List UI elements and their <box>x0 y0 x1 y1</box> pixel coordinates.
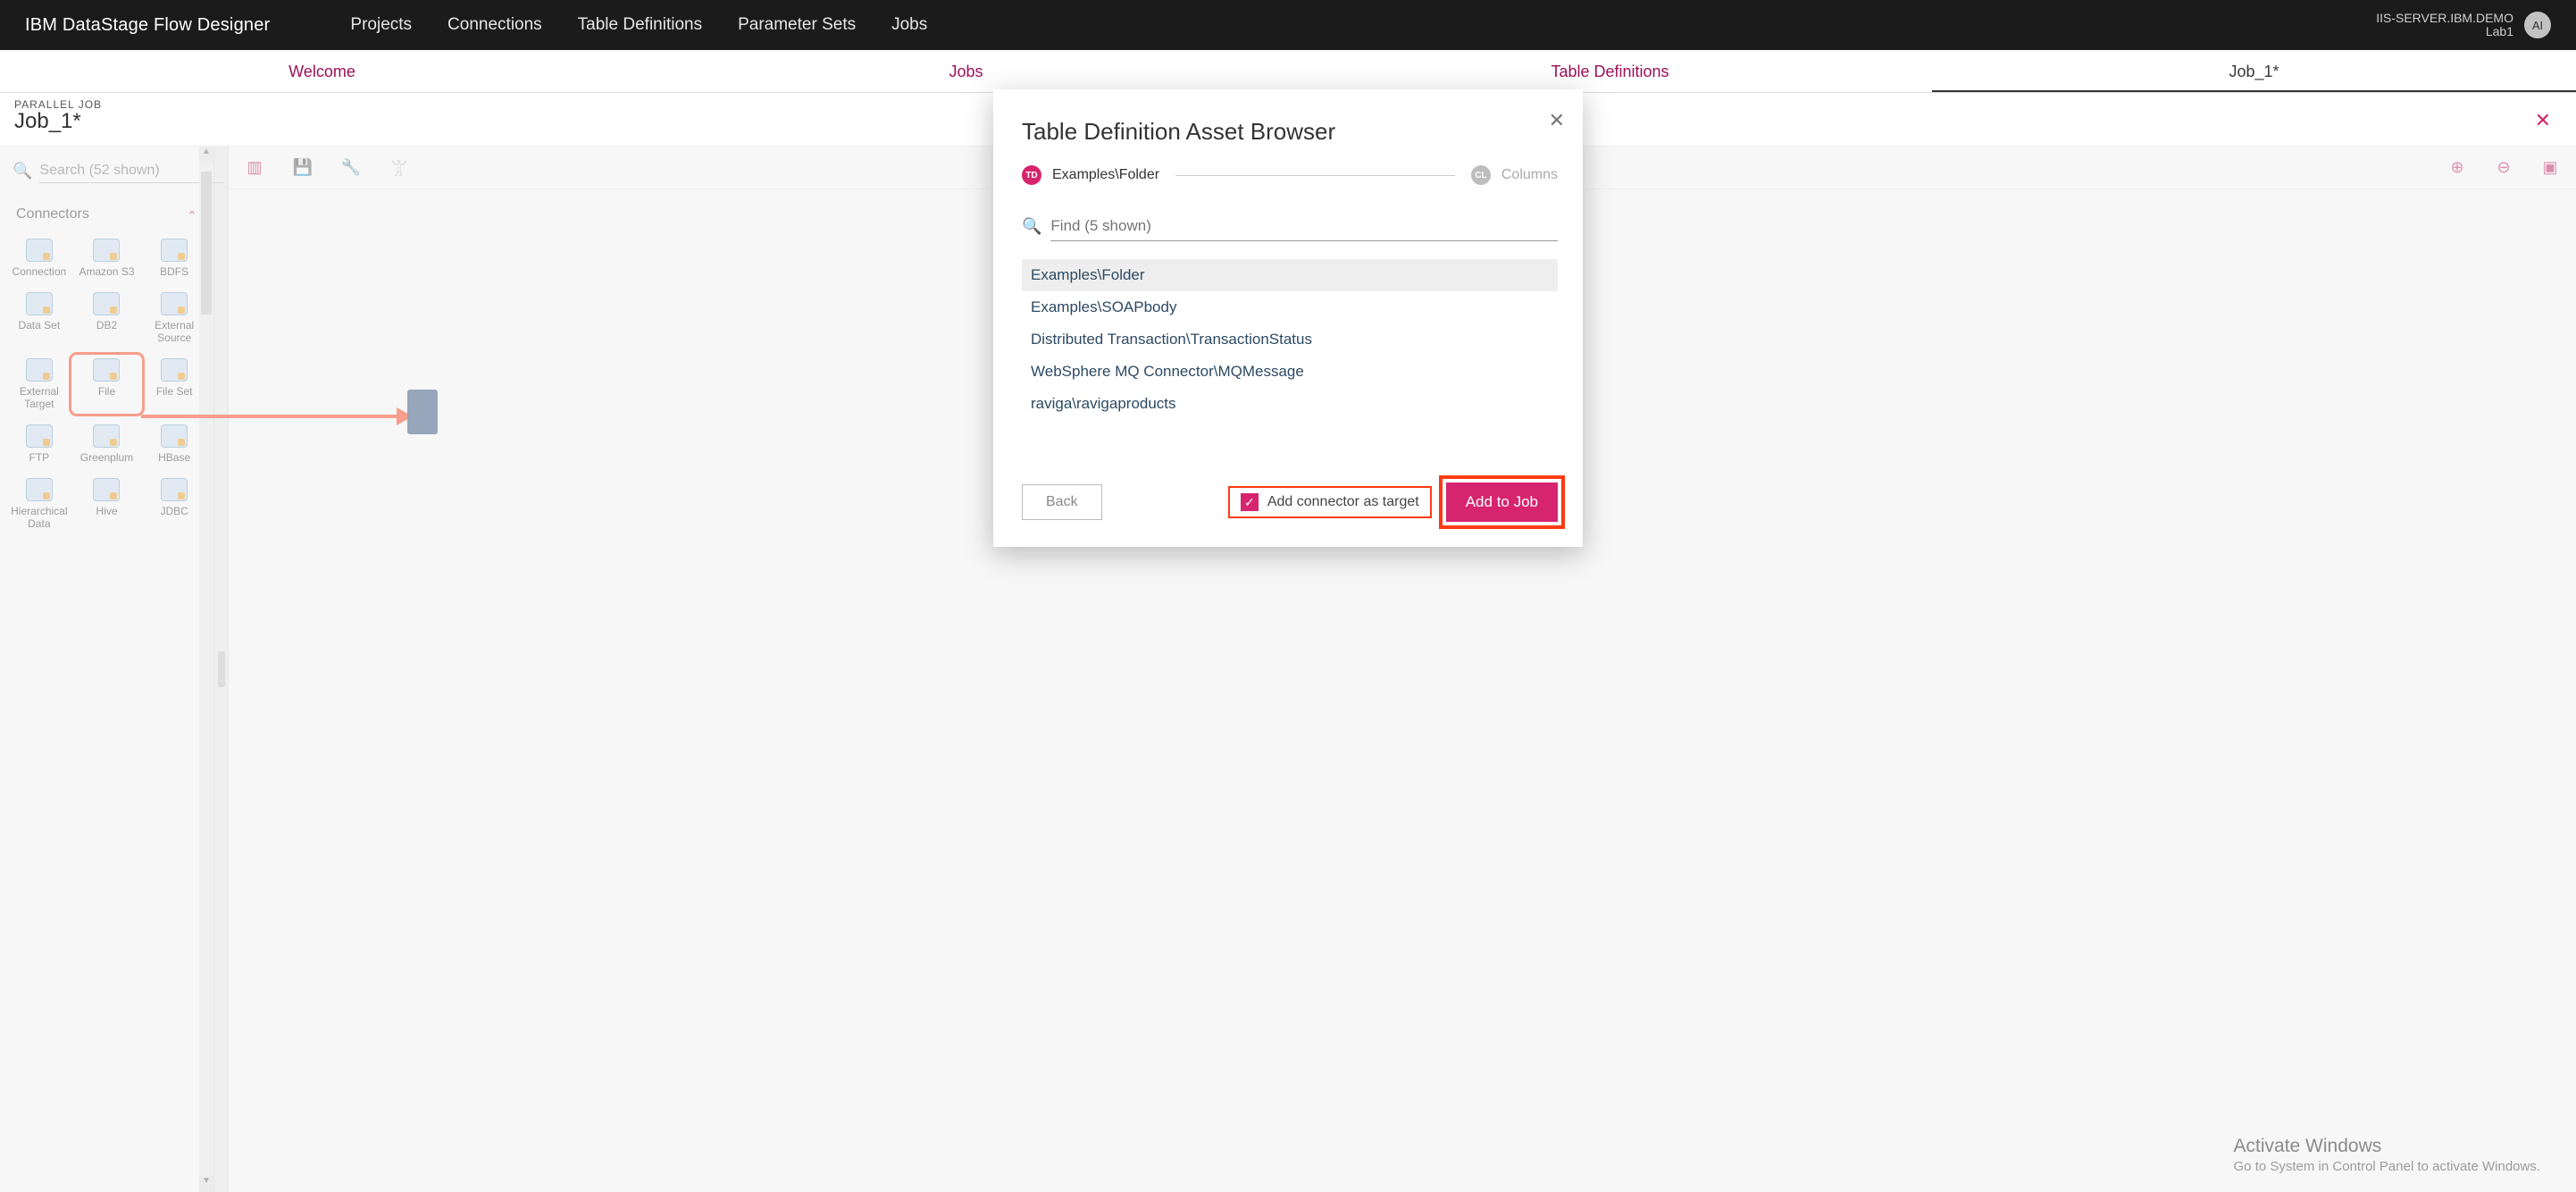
nav-jobs[interactable]: Jobs <box>891 15 927 35</box>
brand-title: IBM DataStage Flow Designer <box>25 15 270 36</box>
checkbox-label: Add connector as target <box>1267 494 1419 510</box>
watermark-line2: Go to System in Control Panel to activat… <box>2234 1159 2540 1174</box>
breadcrumb-separator <box>1175 175 1455 176</box>
modal-close-icon[interactable]: ✕ <box>1549 109 1565 132</box>
nav-connections[interactable]: Connections <box>447 15 542 35</box>
avatar[interactable]: AI <box>2524 12 2551 38</box>
modal-find: 🔍 <box>1022 212 1558 241</box>
td-chip-icon: TD <box>1022 165 1041 185</box>
find-input[interactable] <box>1050 212 1558 241</box>
top-nav: IBM DataStage Flow Designer Projects Con… <box>0 0 2576 50</box>
modal-title: Table Definition Asset Browser <box>1022 118 1558 146</box>
cl-chip-icon: CL <box>1471 165 1491 185</box>
asset-list: Examples\FolderExamples\SOAPbodyDistribu… <box>1022 259 1558 420</box>
modal-breadcrumb: TD Examples\Folder CL Columns <box>1022 165 1558 185</box>
nav-parameter-sets[interactable]: Parameter Sets <box>738 15 856 35</box>
find-icon: 🔍 <box>1022 217 1041 236</box>
add-to-job-button[interactable]: Add to Job <box>1446 483 1558 522</box>
tab-job1[interactable]: Job_1* <box>1932 50 2576 92</box>
server-project: Lab1 <box>2376 25 2513 38</box>
top-menu: Projects Connections Table Definitions P… <box>350 15 927 35</box>
add-connector-as-target-checkbox[interactable]: ✓ Add connector as target <box>1232 490 1428 515</box>
asset-row[interactable]: Examples\SOAPbody <box>1022 291 1558 323</box>
nav-table-definitions[interactable]: Table Definitions <box>578 15 702 35</box>
tab-jobs[interactable]: Jobs <box>644 50 1288 92</box>
asset-row[interactable]: raviga\ravigaproducts <box>1022 388 1558 420</box>
subtabs: Welcome Jobs Table Definitions Job_1* <box>0 50 2576 93</box>
server-host: IIS-SERVER.IBM.DEMO <box>2376 12 2513 25</box>
windows-activation-watermark: Activate Windows Go to System in Control… <box>2234 1136 2540 1174</box>
server-label: IIS-SERVER.IBM.DEMO Lab1 <box>2376 12 2513 39</box>
breadcrumb-columns: Columns <box>1501 167 1558 183</box>
watermark-line1: Activate Windows <box>2234 1136 2540 1157</box>
asset-row[interactable]: Distributed Transaction\TransactionStatu… <box>1022 323 1558 356</box>
asset-row[interactable]: Examples\Folder <box>1022 259 1558 291</box>
breadcrumb-path[interactable]: Examples\Folder <box>1052 167 1159 183</box>
back-button[interactable]: Back <box>1022 484 1102 520</box>
checkbox-checked-icon: ✓ <box>1241 493 1259 511</box>
modal-footer: Back ✓ Add connector as target Add to Jo… <box>1022 483 1558 522</box>
asset-row[interactable]: WebSphere MQ Connector\MQMessage <box>1022 356 1558 388</box>
table-definition-browser-modal: ✕ Table Definition Asset Browser TD Exam… <box>993 89 1583 547</box>
tab-table-definitions[interactable]: Table Definitions <box>1288 50 1932 92</box>
nav-projects[interactable]: Projects <box>350 15 412 35</box>
tab-welcome[interactable]: Welcome <box>0 50 644 92</box>
close-job-icon[interactable]: ✕ <box>2535 109 2551 132</box>
